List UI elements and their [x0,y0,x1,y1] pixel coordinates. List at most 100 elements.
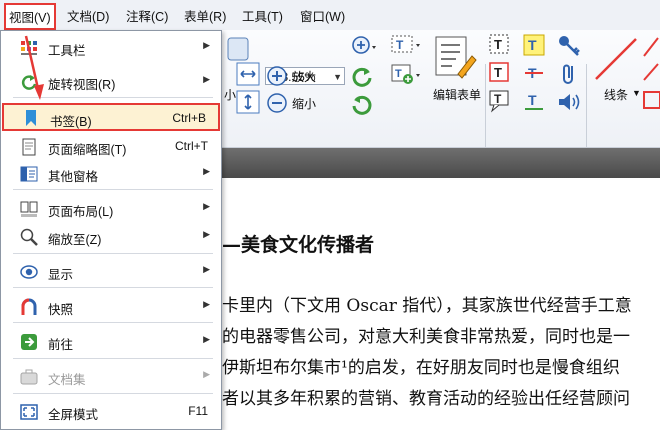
menu-divider [13,287,213,288]
svg-text:T: T [395,68,402,80]
attachment-icon[interactable] [558,61,580,87]
svg-text:T: T [494,92,502,106]
menu-item-display[interactable]: 显示 ▶ [2,258,220,284]
menu-item-bookmarks[interactable]: 书签(B) Ctrl+B [2,103,220,131]
rotate-clockwise-icon[interactable] [350,64,374,88]
zoom-in-icon[interactable] [266,65,288,87]
menu-tools[interactable]: 工具(T) [242,6,283,25]
shape-tools-icon[interactable] [642,34,660,114]
menu-item-shortcut: Ctrl+B [172,111,206,125]
submenu-arrow-icon: ▶ [203,334,210,344]
sound-icon[interactable] [556,90,582,114]
magnifier-icon[interactable] [350,34,378,60]
edit-form-icon[interactable] [432,34,478,80]
zoom-out-icon[interactable] [266,92,288,114]
rotate-counterclockwise-icon[interactable] [350,92,374,116]
menu-item-label: 前往 [48,338,74,352]
menu-item-toolbar[interactable]: 工具栏 ▶ [2,34,220,60]
full-screen-icon [20,404,38,420]
menu-item-label: 全屏模式 [48,408,99,422]
edit-form-label[interactable]: 编辑表单 [433,86,481,103]
highlight-text-icon[interactable]: T [522,33,546,57]
go-to-icon [21,334,37,350]
menu-item-other-panes[interactable]: 其他窗格 ▶ [2,160,220,186]
menu-item-shortcut: F11 [188,404,208,418]
menu-item-zoom-to[interactable]: 缩放至(Z) ▶ [2,223,220,249]
menu-item-label: 工具栏 [48,44,86,58]
menu-view[interactable]: 视图(V) [4,3,56,30]
submenu-arrow-icon: ▶ [203,166,210,176]
pan-icon[interactable] [224,34,254,64]
textbox-border-icon[interactable]: T [488,61,512,85]
rotate-view-icon [21,75,37,90]
menu-bar: 视图(V) 文档(D) 注释(C) 表单(R) 工具(T) 窗口(W) [0,0,660,31]
text-box-icon[interactable]: T [488,33,512,57]
menu-document[interactable]: 文档(D) [67,6,109,25]
menu-divider [13,358,213,359]
fit-page-icon[interactable] [236,90,260,114]
chevron-down-icon[interactable]: ▼ [632,88,641,98]
truncated-label: 小 [224,88,237,102]
menu-item-label: 显示 [48,268,74,282]
document-line: 伊斯坦布尔集市¹的启发，在好朋友同时也是慢食组织 [222,358,620,378]
text-field-icon[interactable]: T [390,32,422,60]
menu-comment[interactable]: 注释(C) [126,6,168,25]
submenu-arrow-icon: ▶ [203,299,210,309]
zoom-in-label[interactable]: 放大 [292,68,316,85]
menu-item-label: 书签(B) [50,115,92,129]
key-icon[interactable] [556,33,582,59]
document-heading: —美食文化传播者 [222,234,375,256]
line-tool-icon[interactable] [592,35,642,85]
svg-text:T: T [528,92,537,108]
eye-icon [20,265,38,279]
menu-item-shortcut: Ctrl+T [175,139,208,153]
panes-icon [20,166,38,182]
view-menu-dropdown: 工具栏 ▶ 旋转视图(R) ▶ 书签(B) Ctrl+B 页面缩略图(T) Ct… [0,30,222,430]
menu-window[interactable]: 窗口(W) [300,6,345,25]
submenu-arrow-icon: ▶ [203,229,210,239]
menu-item-label: 页面缩略图(T) [48,143,127,157]
briefcase-icon [20,369,38,385]
menu-item-label: 其他窗格 [48,170,99,184]
svg-text:T: T [494,37,502,52]
lines-label[interactable]: 线条 [604,86,628,103]
menu-item-page-thumbnails[interactable]: 页面缩略图(T) Ctrl+T [2,133,220,159]
menu-item-full-screen[interactable]: 全屏模式 F11 [2,398,220,424]
svg-text:T: T [396,38,404,52]
callout-text-icon[interactable]: T [488,89,512,113]
menu-form[interactable]: 表单(R) [184,6,226,25]
menu-divider [13,97,213,98]
zoom-icon [20,228,38,246]
underline-text-icon[interactable]: T [522,89,546,113]
menu-divider [13,322,213,323]
submenu-arrow-icon: ▶ [203,40,210,50]
menu-item-label: 页面布局(L) [48,205,114,219]
menu-item-snapshot[interactable]: 快照 ▶ [2,293,220,319]
add-field-icon[interactable]: T [390,62,422,88]
snapshot-icon [21,298,37,315]
document-line: 卡里内（下文用 Oscar 指代），其家族世代经营手工意 [222,296,632,316]
svg-text:T: T [528,37,537,53]
toolbar-icon [21,41,37,55]
menu-item-rotate-view[interactable]: 旋转视图(R) ▶ [2,68,220,94]
bookmark-icon [26,110,36,126]
submenu-arrow-icon: ▶ [203,369,210,379]
menu-item-label: 快照 [48,303,74,317]
document-line: 的电器零售公司，对意大利美食非常热爱，同时也是一 [222,327,630,347]
menu-divider [13,393,213,394]
fit-width-icon[interactable] [236,62,260,86]
menu-item-document-set: 文档集 ▶ [2,363,220,389]
menu-divider [13,253,213,254]
page-thumbnail-icon [22,138,36,156]
zoom-out-label[interactable]: 缩小 [292,95,316,112]
svg-text:T: T [494,65,502,80]
chevron-down-icon: ▼ [333,72,342,82]
page-layout-icon [20,201,38,217]
menu-item-go-to[interactable]: 前往 ▶ [2,328,220,354]
menu-item-label: 文档集 [48,373,86,387]
submenu-arrow-icon: ▶ [203,74,210,84]
menu-item-label: 旋转视图(R) [48,78,116,92]
menu-divider [13,189,213,190]
strikeout-text-icon[interactable]: T [522,61,546,85]
menu-item-page-layout[interactable]: 页面布局(L) ▶ [2,195,220,221]
